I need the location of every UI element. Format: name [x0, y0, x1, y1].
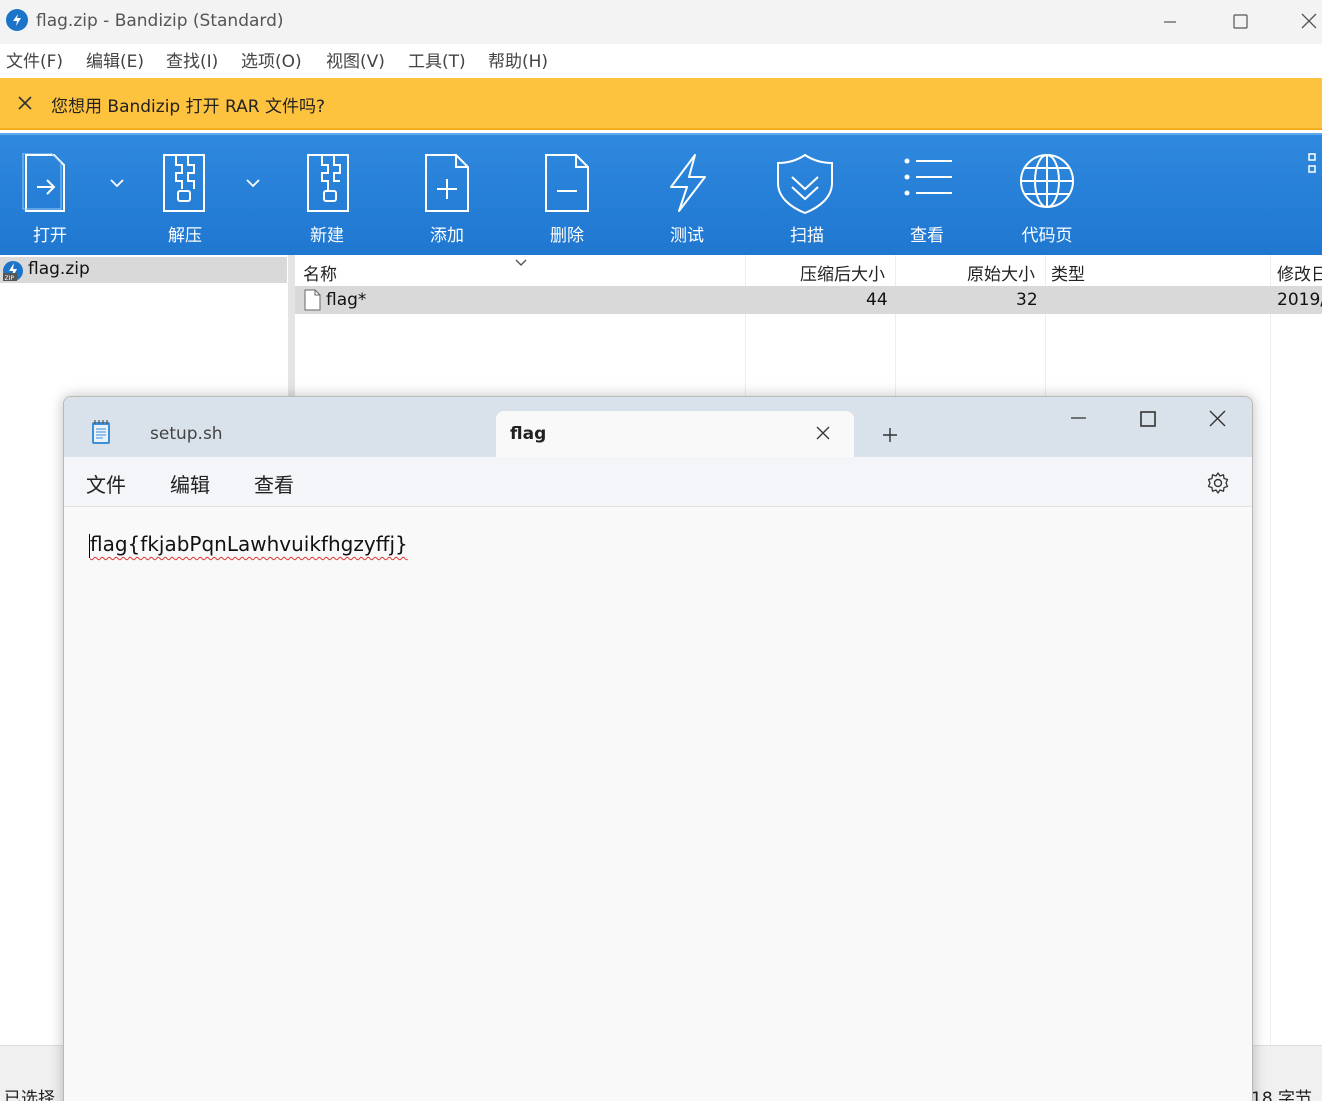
- notepad-window: setup.sh flag 文件 编辑 查看 flag{fkjabPqnLawh…: [63, 396, 1253, 1101]
- status-selection: 已选择: [4, 1089, 55, 1101]
- add-file-icon: [425, 154, 469, 212]
- column-header-type[interactable]: 类型: [1051, 260, 1085, 285]
- notepad-menu-view[interactable]: 查看: [254, 469, 294, 498]
- tab-flag-label: flag: [510, 424, 547, 444]
- notepad-menubar: 文件 编辑 查看: [64, 457, 1252, 507]
- delete-file-icon: [545, 154, 589, 212]
- menu-options[interactable]: 选项(O): [241, 47, 302, 72]
- editor-content: flag{fkjabPqnLawhvuikfhgzyffj}: [90, 532, 408, 556]
- shield-icon: [777, 153, 833, 215]
- open-button[interactable]: 打开: [0, 135, 100, 255]
- maximize-icon: [1233, 14, 1248, 29]
- notification-bar: 您想用 Bandizip 打开 RAR 文件吗?: [0, 78, 1322, 130]
- menu-edit[interactable]: 编辑(E): [86, 47, 144, 72]
- menu-file[interactable]: 文件(F): [6, 47, 63, 72]
- codepage-button[interactable]: 代码页: [997, 135, 1097, 255]
- notification-close-button[interactable]: [14, 92, 36, 114]
- notepad-close-button[interactable]: [1205, 409, 1231, 435]
- tab-flag[interactable]: flag: [496, 411, 854, 457]
- menu-help[interactable]: 帮助(H): [488, 47, 548, 72]
- notepad-minimize-button[interactable]: [1065, 409, 1091, 435]
- close-icon: [1209, 410, 1226, 427]
- extract-label: 解压: [168, 226, 202, 246]
- bandizip-titlebar: flag.zip - Bandizip (Standard): [0, 0, 1322, 44]
- row-modified: 2019/: [1277, 290, 1322, 310]
- list-icon: [904, 158, 952, 196]
- test-label: 测试: [670, 226, 704, 246]
- close-tab-icon[interactable]: [814, 424, 832, 442]
- new-label: 新建: [310, 226, 344, 246]
- sort-chevron-down-icon: [515, 259, 527, 266]
- status-size: 18 字节: [1251, 1089, 1313, 1101]
- delete-label: 删除: [550, 226, 584, 246]
- maximize-button[interactable]: [1227, 8, 1253, 34]
- close-icon: [1301, 13, 1317, 29]
- tab-setup-sh[interactable]: setup.sh: [150, 424, 223, 444]
- add-label: 添加: [430, 226, 464, 246]
- open-label: 打开: [33, 226, 67, 246]
- file-icon: [304, 289, 321, 311]
- globe-icon: [1020, 154, 1074, 208]
- svg-text:ZIP: ZIP: [5, 275, 15, 282]
- gear-icon[interactable]: [1205, 470, 1231, 496]
- test-button[interactable]: 测试: [637, 135, 737, 255]
- bandizip-logo-icon: [6, 9, 28, 31]
- scan-button[interactable]: 扫描: [757, 135, 857, 255]
- notepad-menu-file[interactable]: 文件: [86, 469, 126, 498]
- window-title: flag.zip - Bandizip (Standard): [36, 11, 284, 31]
- extract-icon: [163, 154, 205, 212]
- view-label: 查看: [910, 226, 944, 246]
- row-compressed-size: 44: [866, 290, 888, 310]
- tree-item-archive[interactable]: ZIP flag.zip: [0, 257, 287, 283]
- view-button[interactable]: 查看: [877, 135, 977, 255]
- minimize-icon: [1164, 21, 1176, 23]
- chevron-down-icon[interactable]: [109, 177, 125, 189]
- column-header-modified[interactable]: 修改日: [1277, 260, 1322, 285]
- column-divider[interactable]: [1270, 255, 1271, 1045]
- column-header-name[interactable]: 名称: [303, 260, 337, 285]
- menu-view[interactable]: 视图(V): [326, 47, 385, 72]
- new-archive-icon: [307, 154, 349, 212]
- new-button[interactable]: 新建: [277, 135, 377, 255]
- delete-button[interactable]: 删除: [517, 135, 617, 255]
- new-tab-plus-icon[interactable]: [880, 425, 900, 445]
- minimize-button[interactable]: [1157, 8, 1183, 34]
- maximize-icon: [1140, 411, 1156, 427]
- notepad-menu-edit[interactable]: 编辑: [170, 469, 210, 498]
- toolbar: 打开 解压 新建 添加 删除 测试 扫描 查看 代码页: [0, 133, 1322, 255]
- notepad-tabstrip: setup.sh flag: [64, 397, 1252, 457]
- text-editor[interactable]: flag{fkjabPqnLawhvuikfhgzyffj}: [64, 508, 1252, 1101]
- tree-item-label: flag.zip: [28, 259, 90, 279]
- open-icon: [22, 153, 65, 212]
- scan-label: 扫描: [790, 226, 824, 246]
- menu-tools[interactable]: 工具(T): [408, 47, 466, 72]
- codepage-label: 代码页: [1021, 226, 1073, 246]
- chevron-down-icon[interactable]: [245, 177, 261, 189]
- column-header-original-size[interactable]: 原始大小: [967, 260, 1035, 285]
- more-options-icon[interactable]: [1308, 153, 1322, 175]
- row-name: flag*: [326, 290, 367, 310]
- close-button[interactable]: [1296, 8, 1322, 34]
- lightning-icon: [670, 154, 706, 212]
- menubar: 文件(F) 编辑(E) 查找(I) 选项(O) 视图(V) 工具(T) 帮助(H…: [0, 44, 1322, 74]
- notification-text: 您想用 Bandizip 打开 RAR 文件吗?: [51, 97, 326, 117]
- row-original-size: 32: [1016, 290, 1038, 310]
- add-button[interactable]: 添加: [397, 135, 497, 255]
- menu-find[interactable]: 查找(I): [166, 47, 218, 72]
- notepad-app-icon: [92, 420, 110, 444]
- table-row[interactable]: flag* 44 32 2019/: [295, 286, 1322, 314]
- notepad-maximize-button[interactable]: [1135, 409, 1161, 435]
- extract-button[interactable]: 解压: [135, 135, 235, 255]
- minimize-icon: [1071, 417, 1086, 419]
- column-header-compressed-size[interactable]: 压缩后大小: [800, 260, 885, 285]
- zip-file-icon: ZIP: [3, 261, 23, 282]
- close-icon: [18, 96, 32, 110]
